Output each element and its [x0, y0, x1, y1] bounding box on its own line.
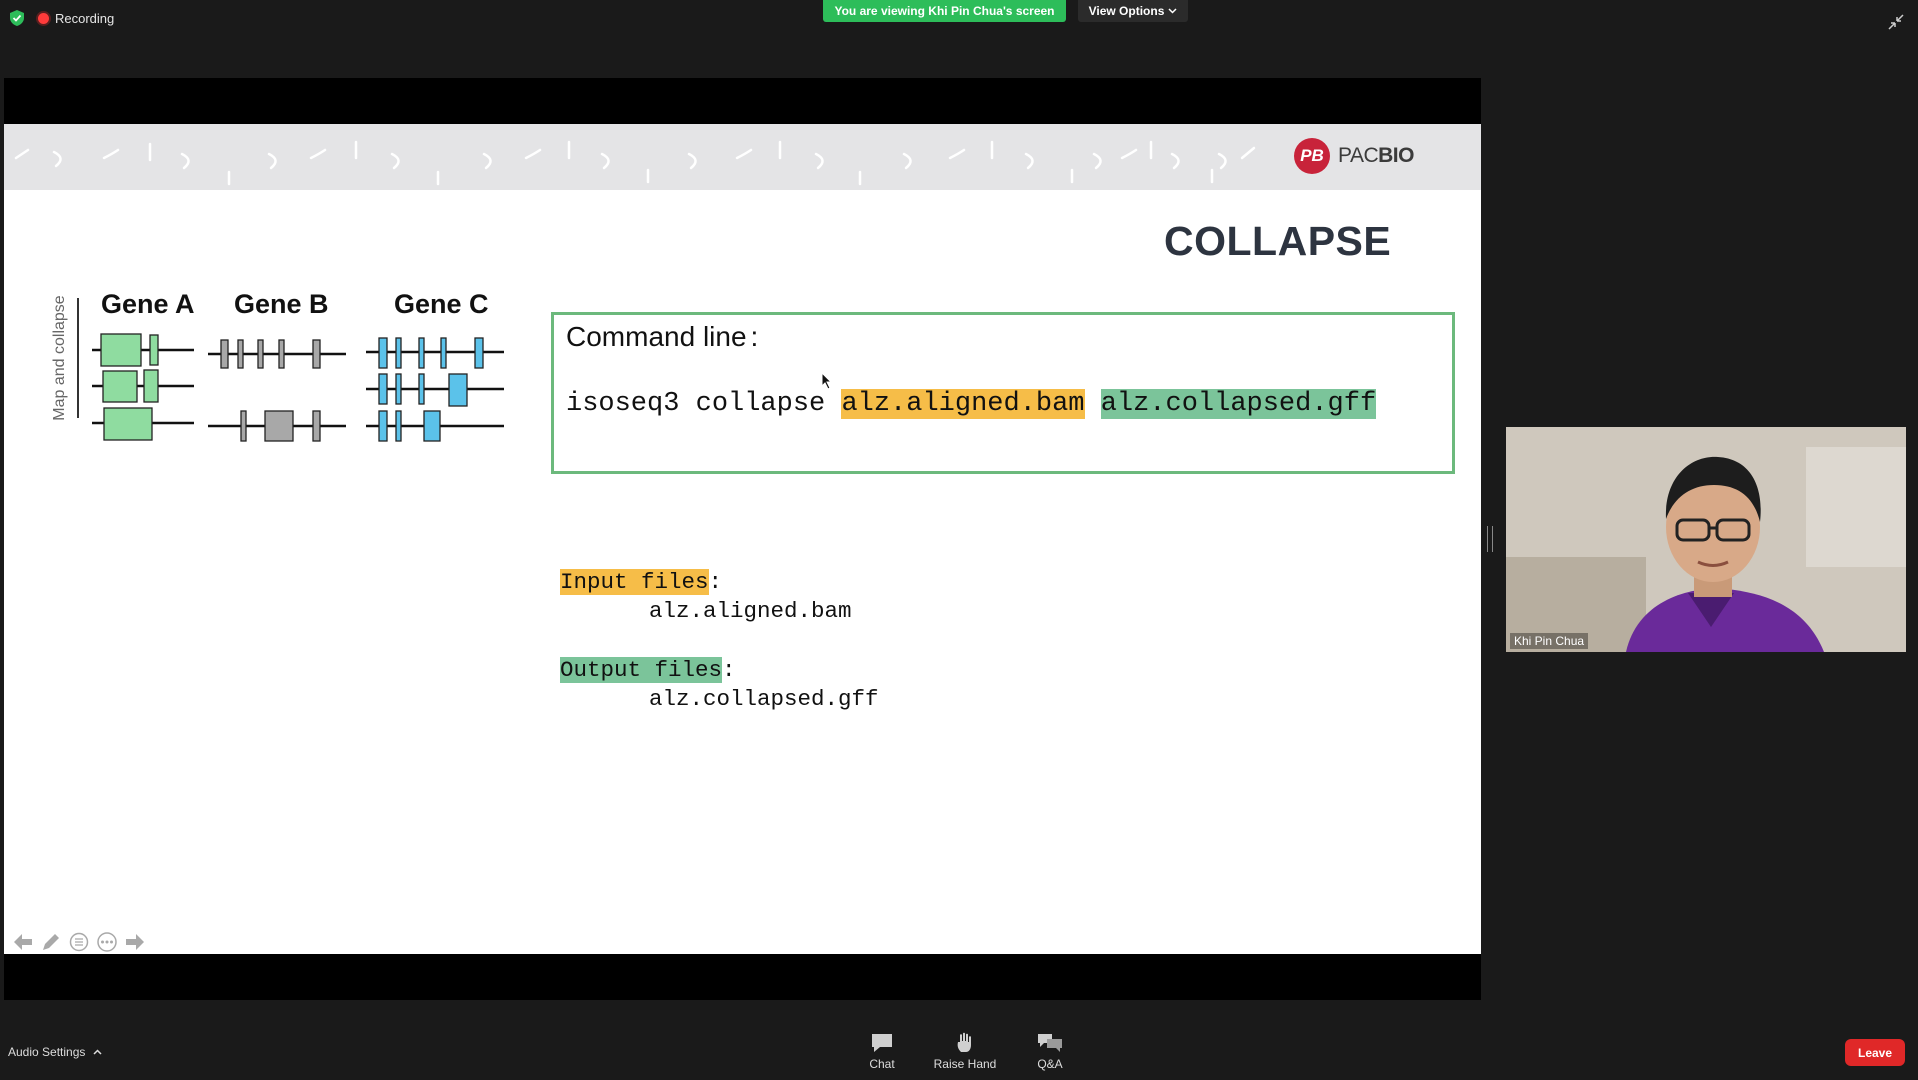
chevron-up-icon: [93, 1049, 102, 1055]
command-line-box: Command line: isoseq3 collapse alz.align…: [551, 312, 1455, 474]
qa-label: Q&A: [1037, 1057, 1063, 1071]
output-file-name: alz.collapsed.gff: [649, 686, 879, 712]
chat-button[interactable]: Chat: [847, 1032, 917, 1071]
slide-title: COLLAPSE: [1164, 218, 1392, 264]
pen-icon[interactable]: [40, 932, 62, 952]
arrow-left-icon[interactable]: [12, 932, 34, 952]
audio-settings-button[interactable]: Audio Settings: [8, 1045, 102, 1059]
pacbio-logo: PB PACBIO: [1294, 138, 1414, 174]
leave-button[interactable]: Leave: [1845, 1039, 1905, 1066]
arrow-right-icon[interactable]: [124, 932, 146, 952]
side-label: Map and collapse: [51, 295, 68, 421]
panel-resize-handle[interactable]: [1487, 526, 1493, 552]
chevron-down-icon: [1168, 8, 1177, 14]
viewing-banner: You are viewing Khi Pin Chua's screen: [823, 0, 1066, 22]
chat-label: Chat: [869, 1057, 895, 1071]
participant-video[interactable]: Khi Pin Chua: [1506, 427, 1906, 652]
gene-a-exons: [100, 333, 159, 441]
command-line-heading: Command line: [566, 321, 747, 352]
audio-settings-label: Audio Settings: [8, 1045, 86, 1059]
pacbio-suffix: BIO: [1378, 144, 1414, 167]
command-input-arg: alz.aligned.bam: [841, 389, 1085, 419]
slide-controls: [12, 932, 146, 952]
raise-hand-icon: [957, 1032, 971, 1052]
raise-hand-button[interactable]: Raise Hand: [930, 1032, 1000, 1071]
chat-icon: [872, 1034, 892, 1052]
command-line-colon: :: [750, 321, 759, 352]
recording-dot-icon: [38, 12, 49, 24]
qa-button[interactable]: Q&A: [1015, 1032, 1085, 1071]
participant-video-image: [1506, 427, 1906, 652]
more-icon[interactable]: [96, 932, 118, 952]
gene-diagram: Map and collapse: [51, 295, 504, 442]
pacbio-prefix: PAC: [1338, 144, 1379, 167]
recording-label: Recording: [55, 10, 115, 26]
exit-fullscreen-icon[interactable]: [1888, 14, 1904, 30]
input-file-name: alz.aligned.bam: [649, 598, 852, 624]
participant-name: Khi Pin Chua: [1510, 633, 1589, 649]
decorative-pattern: [14, 140, 1256, 186]
command-output-arg: alz.collapsed.gff: [1100, 389, 1377, 419]
menu-icon[interactable]: [68, 932, 90, 952]
qa-icon: [1038, 1034, 1062, 1052]
slide-header-band: PB PACBIO: [4, 124, 1481, 190]
command-tool: isoseq3 collapse: [566, 389, 842, 419]
raise-hand-label: Raise Hand: [933, 1057, 997, 1071]
view-options-button[interactable]: View Options: [1078, 0, 1188, 22]
command-text: isoseq3 collapse alz.aligned.bam alz.col…: [566, 389, 1377, 419]
mouse-cursor-icon: [821, 372, 833, 390]
io-files: Input files: alz.aligned.bam Output file…: [560, 569, 879, 712]
view-options-label: View Options: [1088, 4, 1165, 18]
command-line-label: Command line:: [566, 321, 758, 353]
pacbio-mark-icon: PB: [1294, 138, 1330, 174]
shield-icon[interactable]: [10, 10, 24, 26]
presentation-slide: PB PACBIO COLLAPSE Gene A Gene B Gene C …: [4, 124, 1481, 954]
recording-indicator[interactable]: Recording: [38, 11, 114, 26]
input-files-label: Input files: [560, 569, 709, 595]
meeting-status: Recording: [10, 10, 114, 26]
pacbio-wordmark: PACBIO: [1338, 144, 1414, 168]
output-files-label: Output files: [560, 657, 723, 683]
